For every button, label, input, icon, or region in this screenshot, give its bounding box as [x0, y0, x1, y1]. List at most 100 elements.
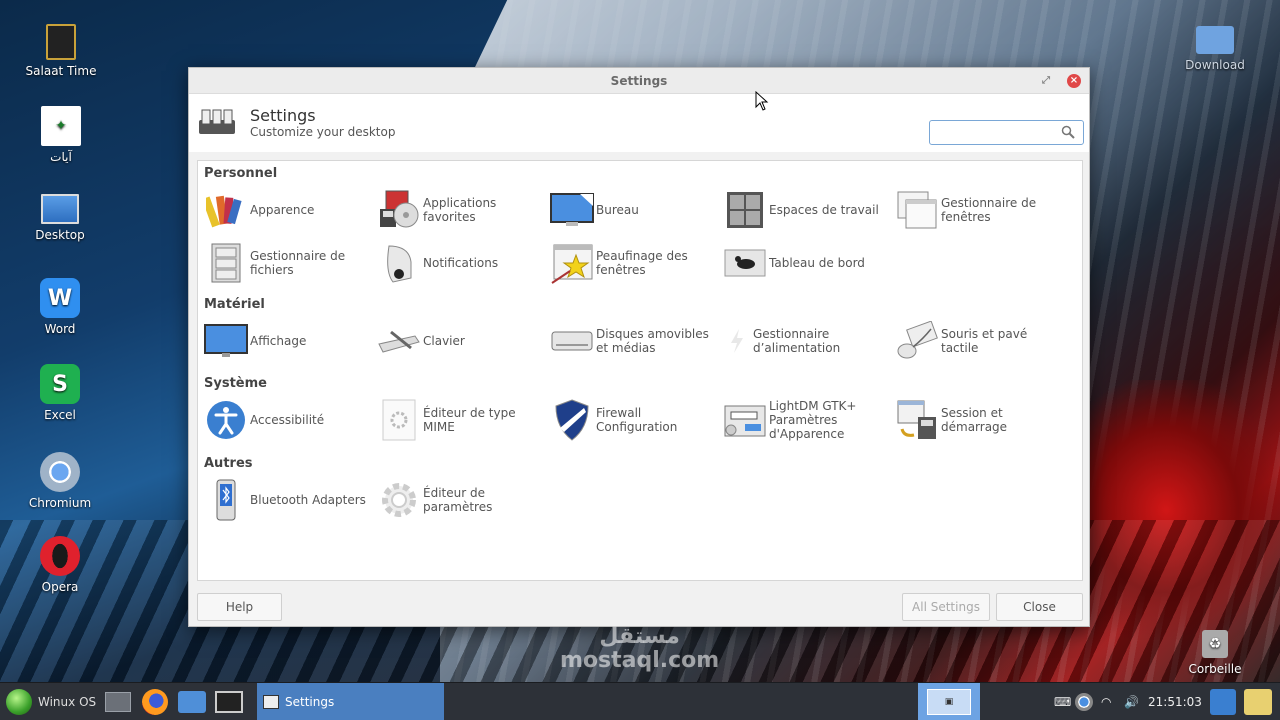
accessibility-icon	[204, 398, 248, 442]
start-label[interactable]: Winux OS	[38, 683, 96, 720]
desktop-icon-word[interactable]: W Word	[15, 278, 105, 336]
search-box[interactable]	[929, 120, 1084, 145]
show-desktop-icon	[105, 692, 131, 712]
setting-item-applications-favorites[interactable]: Applications favorites	[377, 187, 549, 233]
excel-icon: S	[40, 364, 80, 404]
setting-item-bureau[interactable]: Bureau	[550, 187, 722, 233]
file-manager-launcher[interactable]	[177, 683, 207, 720]
window-titlebar[interactable]: Settings ⤢ ×	[189, 68, 1089, 94]
tray-keyboard-icon[interactable]: ⌨	[1054, 683, 1071, 720]
setting-item-lightdm[interactable]: LightDM GTK+ Paramètres d'Apparence	[723, 397, 895, 443]
bluetooth-icon	[204, 478, 248, 522]
desktop-icon-label: Desktop	[35, 228, 85, 242]
wifi-icon[interactable]: ◠	[1101, 683, 1111, 720]
setting-item-label: Bureau	[596, 203, 639, 217]
all-settings-button[interactable]: All Settings	[902, 593, 990, 621]
setting-item-gestionnaire-alimentation[interactable]: Gestionnaire d’alimentation	[723, 318, 895, 364]
display-icon	[204, 319, 248, 363]
terminal-launcher[interactable]	[214, 683, 244, 720]
setting-item-firewall[interactable]: Firewall Configuration	[550, 397, 722, 443]
setting-item-label: Disques amovibles et médias	[596, 327, 709, 355]
setting-item-label: Peaufinage des fenêtres	[596, 249, 688, 277]
firefox-launcher[interactable]	[140, 683, 170, 720]
desktop-icon-corbeille[interactable]: ♻ Corbeille	[1170, 630, 1260, 676]
taskbar: Winux OS Settings ▣ ⌨ ◠ 🔊 21:51:03	[0, 682, 1280, 720]
setting-item-disques-amovibles[interactable]: Disques amovibles et médias	[550, 318, 722, 364]
setting-item-clavier[interactable]: Clavier	[377, 318, 549, 364]
desktop-icon-label: Excel	[44, 408, 76, 422]
section-title-materiel: Matériel	[204, 297, 265, 312]
section-title-autres: Autres	[204, 456, 253, 471]
task-label: Settings	[285, 695, 335, 709]
notifications-icon	[377, 241, 421, 285]
close-window-icon[interactable]: ×	[1067, 74, 1081, 88]
setting-item-bluetooth-adapters[interactable]: Bluetooth Adapters	[204, 477, 376, 523]
setting-item-label: Gestionnaire de fenêtres	[941, 196, 1037, 224]
setting-item-editeur-mime[interactable]: Éditeur de type MIME	[377, 397, 549, 443]
setting-item-editeur-parametres[interactable]: Éditeur de paramètres	[377, 477, 549, 523]
setting-item-label: Tableau de bord	[769, 256, 865, 270]
setting-item-session-demarrage[interactable]: Session et démarrage	[895, 397, 1067, 443]
setting-item-label: Gestionnaire de fichiers	[250, 249, 346, 277]
desktop-icon-desktop[interactable]: Desktop	[15, 194, 105, 242]
task-settings[interactable]: Settings	[257, 683, 444, 720]
watermark-latin: mostaql.com	[560, 648, 720, 673]
search-input[interactable]	[934, 121, 1059, 143]
notes-icon[interactable]	[1244, 683, 1272, 720]
word-icon: W	[40, 278, 80, 318]
setting-item-notifications[interactable]: Notifications	[377, 240, 549, 286]
search-icon	[1061, 125, 1075, 139]
monitor-icon	[215, 691, 243, 713]
setting-item-apparence[interactable]: Apparence	[204, 187, 376, 233]
desktop-icon-download[interactable]: Download	[1170, 26, 1260, 72]
tray-chromium-icon[interactable]	[1075, 683, 1093, 720]
desktop-icon-ayat[interactable]: ✦ آيات	[16, 106, 106, 164]
trash-icon: ♻	[1202, 630, 1228, 658]
desktop-icon-excel[interactable]: S Excel	[15, 364, 105, 422]
workspace-pager[interactable]: ▣	[918, 683, 980, 720]
workspace-thumbnail[interactable]: ▣	[927, 689, 971, 715]
restore-icon[interactable]: ⤢	[1039, 74, 1053, 88]
folder-download-icon	[1196, 26, 1234, 54]
session-startup-icon	[895, 398, 939, 442]
workspaces-icon	[723, 188, 767, 232]
clock[interactable]: 21:51:03	[1148, 683, 1202, 720]
start-orb-icon	[6, 689, 32, 715]
desktop-icon-label: آيات	[50, 150, 72, 164]
setting-item-label: Bluetooth Adapters	[250, 493, 366, 507]
firefox-icon	[142, 689, 168, 715]
setting-item-souris-pave[interactable]: Souris et pavé tactile	[895, 318, 1067, 364]
setting-item-label: Affichage	[250, 334, 307, 348]
keyboard-icon	[377, 319, 421, 363]
monitor-icon	[41, 194, 79, 224]
setting-item-gestionnaire-fichiers[interactable]: Gestionnaire de fichiers	[204, 240, 376, 286]
close-button[interactable]: Close	[996, 593, 1083, 621]
setting-item-label: Accessibilité	[250, 413, 325, 427]
desktop-icon-label: Chromium	[28, 496, 92, 510]
setting-item-gestionnaire-fenetres[interactable]: Gestionnaire de fenêtres	[895, 187, 1067, 233]
setting-item-affichage[interactable]: Affichage	[204, 318, 376, 364]
show-desktop-button[interactable]	[103, 683, 133, 720]
setting-item-tableau-de-bord[interactable]: Tableau de bord	[723, 240, 895, 286]
desktop-icon-opera[interactable]: Opera	[15, 536, 105, 594]
window-manager-icon	[895, 188, 939, 232]
setting-item-label: Espaces de travail	[769, 203, 879, 217]
file-cabinet-icon	[204, 241, 248, 285]
desktop-icon-chromium[interactable]: Chromium	[15, 452, 105, 510]
setting-item-accessibilite[interactable]: Accessibilité	[204, 397, 376, 443]
color-swatches-icon	[204, 188, 248, 232]
setting-item-peaufinage-fenetres[interactable]: Peaufinage des fenêtres	[550, 240, 722, 286]
preferred-applications-icon	[377, 188, 421, 232]
panel-icon	[723, 241, 767, 285]
help-button[interactable]: Help	[197, 593, 282, 621]
start-menu-button[interactable]	[6, 683, 32, 720]
setting-item-label: Éditeur de type MIME	[423, 406, 516, 434]
settings-app-icon	[199, 109, 235, 134]
setting-item-espaces-de-travail[interactable]: Espaces de travail	[723, 187, 895, 233]
volume-icon[interactable]: 🔊	[1124, 683, 1139, 720]
update-arrow-icon[interactable]	[1210, 683, 1236, 720]
setting-item-label: LightDM GTK+ Paramètres d'Apparence	[769, 399, 857, 441]
desktop-icon-salaat-time[interactable]: Salaat Time	[16, 24, 106, 78]
settings-task-icon	[263, 695, 279, 709]
lightdm-login-icon	[723, 398, 767, 442]
